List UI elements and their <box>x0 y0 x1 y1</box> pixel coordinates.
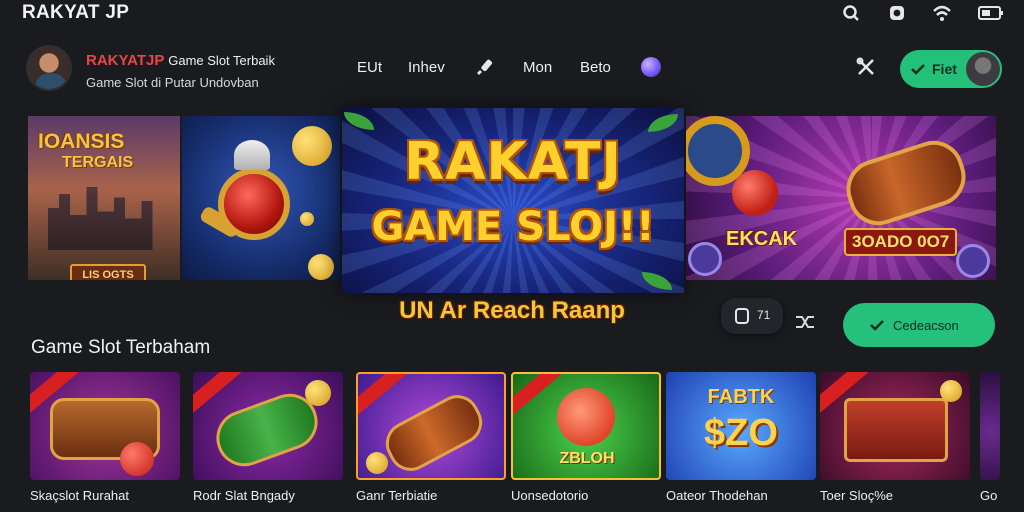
brand-subtitle: Game Slot di Putar Undovban <box>86 75 259 90</box>
search-icon[interactable] <box>840 2 862 24</box>
nav-item-3[interactable]: Mon <box>523 59 552 76</box>
banner-title-line1: RAKATJ <box>404 132 622 192</box>
copy-icon <box>734 307 750 330</box>
game-title: Skaçslot Rurahat <box>30 488 129 503</box>
game-card[interactable]: Skaçslot Rurahat <box>30 372 180 503</box>
game-art-text: FABTK <box>707 386 775 408</box>
game-card[interactable]: Go <box>980 372 1000 503</box>
brand-tagline: Game Slot Terbaik <box>168 53 275 68</box>
game-art-text: ZBLOH <box>559 450 615 467</box>
brand-block: RAKYATJP Game Slot Terbaik Game Slot di … <box>86 52 275 90</box>
check-icon <box>869 318 885 337</box>
game-art-value: $ZO <box>704 412 778 454</box>
game-card[interactable]: Toer Sloç%e <box>820 372 970 503</box>
banner-tagline-text: UN Ar Reach Raanp <box>399 297 625 324</box>
nav-item-4[interactable]: Beto <box>580 59 611 76</box>
pot-art <box>218 168 290 240</box>
drum-art <box>378 387 490 478</box>
game-thumbnail[interactable] <box>193 372 343 480</box>
coin-icon <box>300 212 314 226</box>
game-title: Oateor Thodehan <box>666 488 768 503</box>
nav-item-1[interactable]: EUt <box>357 59 382 76</box>
camera-icon[interactable] <box>886 2 908 24</box>
city-skyline-art <box>48 187 153 250</box>
game-title: Uonsedotorio <box>511 488 589 503</box>
game-title: Toer Sloç%e <box>820 488 893 503</box>
tile-a-plate: LIS OGTS <box>70 264 146 280</box>
check-icon <box>910 62 926 81</box>
game-thumbnail[interactable] <box>356 372 506 480</box>
banner-title-line2: GAME SLOJ!! <box>371 204 655 250</box>
primary-action-label: Cedeacson <box>893 318 959 333</box>
game-thumbnail[interactable] <box>820 372 970 480</box>
tools-icon[interactable] <box>855 56 877 78</box>
play-button[interactable]: Fiet <box>900 50 1002 88</box>
banner-tile-city[interactable]: IOANSIS TERGAIS LIS OGTS <box>28 116 180 280</box>
ribbon-badge <box>193 372 246 416</box>
coin-icon <box>308 254 334 280</box>
banner-tile-main[interactable]: RAKATJ GAME SLOJ!! <box>342 108 684 293</box>
tile-d-badge: 3OADO 0O7 <box>844 228 958 256</box>
game-card[interactable]: Rodr Slat Bngady <box>193 372 343 503</box>
count-pill-value: 71 <box>757 308 771 322</box>
app-title: RAKYAT JP <box>22 2 130 23</box>
avatar[interactable] <box>26 45 72 91</box>
battery-icon <box>978 2 1004 24</box>
banner-tile-drum[interactable]: EKCAK 3OADO 0O7 <box>686 116 996 280</box>
user-avatar[interactable] <box>966 52 1000 86</box>
chest-art <box>844 398 948 462</box>
profile-orb-icon[interactable] <box>641 57 661 77</box>
game-card[interactable]: FABTK $ZO Oateor Thodehan <box>666 372 816 503</box>
primary-action-button[interactable]: Cedeacson <box>843 303 995 347</box>
shuffle-icon[interactable] <box>794 313 816 336</box>
game-title: Ganr Terbiatie <box>356 488 438 503</box>
game-thumbnail[interactable] <box>980 372 1000 480</box>
tile-a-subtitle: TERGAIS <box>62 154 134 171</box>
game-card[interactable]: Ganr Terbiatie <box>356 372 506 503</box>
wifi-icon[interactable] <box>931 2 953 24</box>
chip-icon <box>688 242 722 276</box>
brush-icon[interactable] <box>473 56 495 78</box>
play-button-label: Fiet <box>932 61 957 77</box>
mascot-art <box>557 388 615 446</box>
game-title: Go <box>980 488 998 503</box>
apple-art <box>732 170 778 216</box>
nav-item-2[interactable]: Inhev <box>408 59 445 76</box>
coin-icon <box>940 380 962 402</box>
game-card[interactable]: ZBLOH Uonsedotorio <box>511 372 661 503</box>
tile-a-title: IOANSIS <box>38 130 125 153</box>
game-title: Rodr Slat Bngady <box>193 488 295 503</box>
count-pill[interactable]: 71 <box>721 298 783 334</box>
coin-icon <box>305 380 331 406</box>
brand-name: RAKYATJP <box>86 52 165 69</box>
tile-d-label: EKCAK <box>726 228 798 250</box>
game-list: Skaçslot Rurahat Rodr Slat Bngady Ganr T… <box>30 372 1024 512</box>
game-thumbnail[interactable]: FABTK $ZO <box>666 372 816 480</box>
hero-banner[interactable]: IOANSIS TERGAIS LIS OGTS RAKATJ GAME SLO… <box>28 108 996 293</box>
apple-art <box>120 442 154 476</box>
game-thumbnail[interactable]: ZBLOH <box>511 372 661 480</box>
coin-icon <box>366 452 388 474</box>
coin-icon <box>292 126 332 166</box>
ribbon-badge <box>358 374 411 418</box>
section-title: Game Slot Terbaham <box>31 337 211 358</box>
top-bar: RAKYAT JP <box>0 0 1024 30</box>
game-thumbnail[interactable] <box>30 372 180 480</box>
pot-lid-art <box>234 140 270 170</box>
chip-icon <box>956 244 990 278</box>
brand-line: RAKYATJP Game Slot Terbaik <box>86 52 275 69</box>
banner-tile-pot[interactable] <box>182 116 340 280</box>
